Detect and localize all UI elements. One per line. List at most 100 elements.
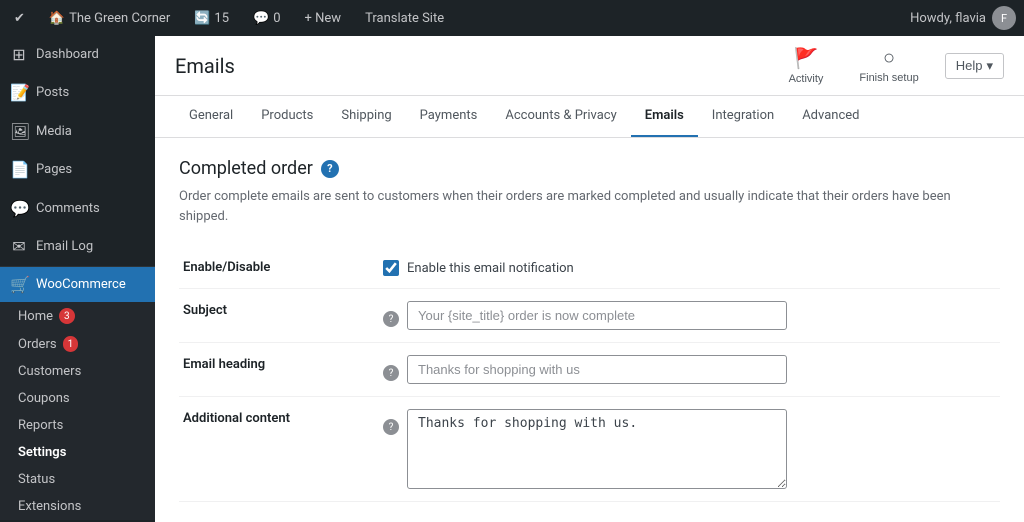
- tab-accounts-privacy[interactable]: Accounts & Privacy: [491, 96, 630, 137]
- tab-shipping[interactable]: Shipping: [327, 96, 405, 137]
- updates-icon: 🔄: [194, 11, 210, 26]
- sidebar-item-woocommerce[interactable]: 🛒 WooCommerce: [0, 267, 155, 302]
- activity-button[interactable]: 🚩 Activity: [779, 40, 834, 91]
- site-name-item[interactable]: 🏠 The Green Corner: [43, 0, 176, 36]
- sidebar-label-comments: Comments: [36, 200, 100, 218]
- subject-row: Subject ?: [179, 289, 1000, 343]
- translate-item[interactable]: Translate Site: [359, 0, 450, 36]
- woocommerce-section: 🛒 WooCommerce Home 3 Orders 1 Customers …: [0, 266, 155, 520]
- additional-content-field-row: ? Thanks for shopping with us.: [383, 409, 996, 489]
- page-header: Emails 🚩 Activity ○ Finish setup Help ▾: [155, 36, 1024, 96]
- enable-checkbox[interactable]: [383, 260, 399, 276]
- pages-icon: 📄: [10, 159, 28, 181]
- email-heading-label: Email heading: [179, 343, 379, 397]
- sidebar-item-dashboard[interactable]: ⊞ Dashboard: [0, 36, 155, 74]
- enable-checkbox-row: Enable this email notification: [383, 260, 996, 276]
- sidebar-label-coupons: Coupons: [18, 391, 70, 406]
- new-label: + New: [305, 11, 342, 26]
- help-chevron-icon: ▾: [986, 58, 993, 74]
- subject-help-tip[interactable]: ?: [383, 311, 399, 327]
- subject-value-cell: ?: [379, 289, 1000, 343]
- orders-badge: 1: [63, 336, 79, 352]
- sidebar-item-orders[interactable]: Orders 1: [0, 330, 155, 358]
- sidebar-item-status[interactable]: Status: [0, 466, 155, 493]
- sidebar-label-status: Status: [18, 472, 55, 487]
- enable-disable-label: Enable/Disable: [179, 246, 379, 289]
- tab-payments[interactable]: Payments: [406, 96, 492, 137]
- tab-products[interactable]: Products: [247, 96, 327, 137]
- admin-bar: ✔ 🏠 The Green Corner 🔄 15 💬 0 + New Tran…: [0, 0, 1024, 36]
- sidebar-item-home[interactable]: Home 3: [0, 302, 155, 330]
- tab-advanced[interactable]: Advanced: [788, 96, 873, 137]
- additional-content-value-cell: ? Thanks for shopping with us.: [379, 397, 1000, 502]
- comments-sidebar-icon: 💬: [10, 198, 28, 220]
- howdy-section[interactable]: Howdy, flavia F: [910, 6, 1016, 30]
- tabs-container: General Products Shipping Payments Accou…: [155, 96, 1024, 138]
- sidebar-item-settings[interactable]: Settings: [0, 439, 155, 466]
- sidebar-label-media: Media: [36, 123, 72, 141]
- header-actions: 🚩 Activity ○ Finish setup Help ▾: [779, 40, 1004, 91]
- tab-emails[interactable]: Emails: [631, 96, 698, 137]
- enable-checkbox-label: Enable this email notification: [407, 261, 574, 276]
- finish-setup-button[interactable]: ○ Finish setup: [849, 41, 928, 90]
- section-title-row: Completed order ?: [179, 158, 1000, 179]
- email-heading-input[interactable]: [407, 355, 787, 384]
- home-icon: 🏠: [49, 11, 65, 26]
- tab-general[interactable]: General: [175, 96, 247, 137]
- form-table: Enable/Disable Enable this email notific…: [179, 246, 1000, 502]
- subject-field-row: ?: [383, 301, 996, 330]
- content-area: Emails 🚩 Activity ○ Finish setup Help ▾ …: [155, 36, 1024, 522]
- help-label: Help: [956, 58, 983, 73]
- sidebar-label-emaillog: Email Log: [36, 238, 93, 256]
- activity-icon: 🚩: [794, 46, 819, 71]
- sidebar-item-extensions[interactable]: Extensions: [0, 493, 155, 520]
- sidebar-label-orders: Orders: [18, 337, 57, 352]
- sidebar-item-customers[interactable]: Customers: [0, 358, 155, 385]
- subject-input[interactable]: [407, 301, 787, 330]
- translate-label: Translate Site: [365, 11, 444, 26]
- media-icon: 🖼: [10, 121, 28, 143]
- form-content: Completed order ? Order complete emails …: [155, 138, 1024, 522]
- email-heading-row: Email heading ?: [179, 343, 1000, 397]
- sidebar-item-media[interactable]: 🖼 Media: [0, 113, 155, 151]
- help-button[interactable]: Help ▾: [945, 53, 1004, 79]
- sidebar-label-extensions: Extensions: [18, 499, 81, 514]
- finish-setup-icon: ○: [883, 47, 895, 70]
- sidebar-label-posts: Posts: [36, 84, 69, 102]
- enable-disable-value-cell: Enable this email notification: [379, 246, 1000, 289]
- section-description: Order complete emails are sent to custom…: [179, 187, 1000, 226]
- sidebar-item-pages[interactable]: 📄 Pages: [0, 151, 155, 189]
- sidebar-label-reports: Reports: [18, 418, 63, 433]
- additional-content-label: Additional content: [179, 397, 379, 502]
- wp-logo-item[interactable]: ✔: [8, 0, 31, 36]
- sidebar-item-reports[interactable]: Reports: [0, 412, 155, 439]
- comments-item[interactable]: 💬 0: [247, 0, 287, 36]
- additional-content-help-tip[interactable]: ?: [383, 419, 399, 435]
- enable-disable-row: Enable/Disable Enable this email notific…: [179, 246, 1000, 289]
- howdy-text: Howdy, flavia: [910, 11, 986, 26]
- posts-icon: 📝: [10, 82, 28, 104]
- new-item[interactable]: + New: [299, 0, 348, 36]
- info-icon[interactable]: ?: [321, 160, 339, 178]
- sidebar-label-pages: Pages: [36, 161, 72, 179]
- sidebar-item-coupons[interactable]: Coupons: [0, 385, 155, 412]
- finish-setup-label: Finish setup: [859, 72, 918, 84]
- dashboard-icon: ⊞: [10, 44, 28, 66]
- wp-logo-icon: ✔: [14, 11, 25, 26]
- email-heading-field-row: ?: [383, 355, 996, 384]
- updates-item[interactable]: 🔄 15: [188, 0, 235, 36]
- email-heading-help-tip[interactable]: ?: [383, 365, 399, 381]
- section-title: Completed order: [179, 158, 313, 179]
- sidebar-label-woo: WooCommerce: [36, 277, 126, 292]
- page-title: Emails: [175, 54, 235, 78]
- home-badge: 3: [59, 308, 75, 324]
- additional-content-textarea[interactable]: Thanks for shopping with us.: [407, 409, 787, 489]
- sidebar-item-comments[interactable]: 💬 Comments: [0, 190, 155, 228]
- tab-integration[interactable]: Integration: [698, 96, 788, 137]
- activity-label: Activity: [789, 73, 824, 85]
- updates-count: 15: [214, 11, 229, 26]
- sidebar-item-posts[interactable]: 📝 Posts: [0, 74, 155, 112]
- sidebar-item-emaillog[interactable]: ✉ Email Log: [0, 228, 155, 266]
- sidebar-label-settings: Settings: [18, 445, 66, 460]
- sidebar-label-customers: Customers: [18, 364, 81, 379]
